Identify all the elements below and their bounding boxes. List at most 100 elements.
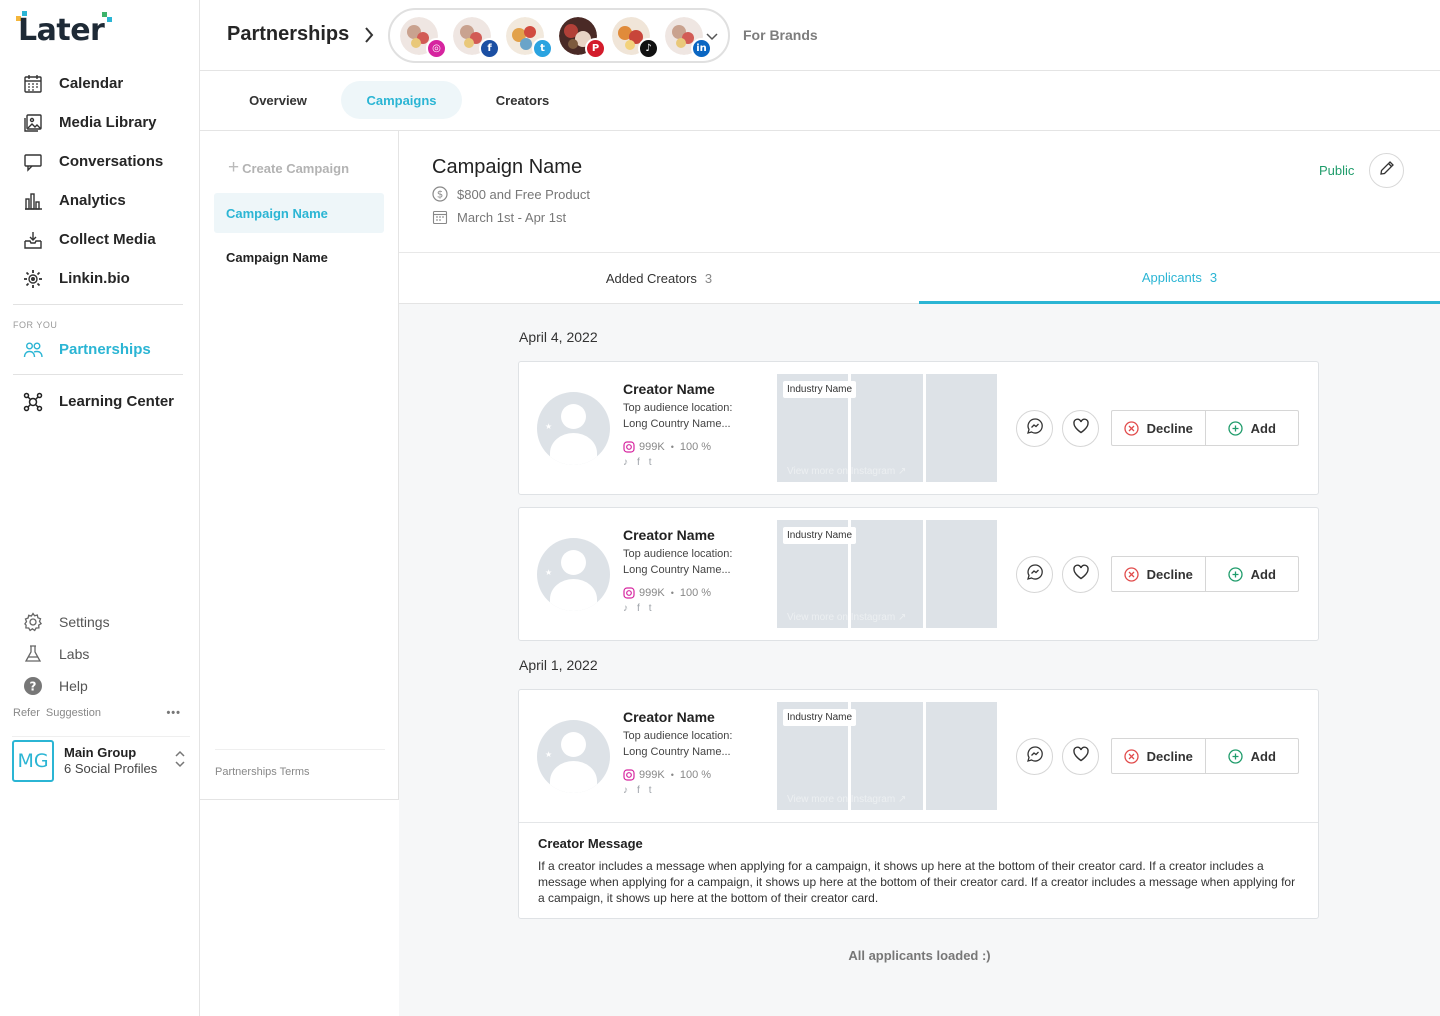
creator-avatar[interactable]: ★ (537, 538, 610, 611)
account-text: Main Group 6 Social Profiles (64, 745, 157, 777)
industry-tag: Industry Name (783, 527, 857, 544)
nav-learning-center[interactable]: Learning Center (0, 382, 200, 421)
separator-dot: • (670, 770, 674, 780)
refer-link[interactable]: Refer (13, 707, 40, 719)
add-button[interactable]: Add (1204, 739, 1299, 773)
chevron-up-down-icon (174, 749, 186, 774)
tiktok-icon[interactable]: ♪ (623, 457, 628, 468)
view-more-link[interactable]: View more on Instagram ↗ (787, 612, 906, 623)
view-more-link[interactable]: View more on Instagram ↗ (787, 466, 906, 477)
campaign-list-item[interactable]: Campaign Name (214, 193, 384, 233)
tab-campaigns[interactable]: Campaigns (341, 81, 462, 119)
favorite-button[interactable] (1062, 738, 1099, 775)
twitter-icon[interactable]: t (649, 603, 652, 614)
gallery-tile (925, 520, 997, 628)
decline-button[interactable]: Decline (1112, 557, 1205, 591)
calendar-icon (22, 73, 44, 95)
calendar-icon (432, 209, 448, 225)
help-icon: ? (22, 675, 44, 697)
nav-media-library[interactable]: Media Library (0, 103, 200, 142)
tab-added-creators[interactable]: Added Creators 3 (399, 253, 919, 304)
add-button[interactable]: Add (1204, 411, 1299, 445)
social-profiles-selector[interactable]: ◎ f t P ♪ in (388, 8, 730, 63)
twitter-icon[interactable]: t (649, 457, 652, 468)
creator-stats: 999K • 100 % (623, 769, 773, 781)
partnerships-terms-link[interactable]: Partnerships Terms (215, 749, 385, 778)
favorite-button[interactable] (1062, 410, 1099, 447)
facebook-icon[interactable]: f (637, 785, 640, 796)
match-percent: 100 % (679, 441, 712, 453)
twitter-icon[interactable]: t (649, 785, 652, 796)
favorite-button[interactable] (1062, 556, 1099, 593)
audience-location-label: Top audience location: (623, 730, 733, 742)
nav-label: Help (59, 678, 88, 694)
suggestion-link[interactable]: Suggestion (46, 707, 101, 719)
nav-analytics[interactable]: Analytics (0, 181, 200, 220)
nav-settings[interactable]: Settings (0, 606, 200, 638)
tab-creators[interactable]: Creators (475, 81, 570, 119)
facebook-icon[interactable]: f (637, 603, 640, 614)
instagram-gallery[interactable]: Industry Name View more on Instagram ↗ (777, 520, 997, 628)
creator-info: Creator Name Top audience location: Long… (623, 381, 773, 468)
creator-name[interactable]: Creator Name (623, 527, 773, 543)
image-icon (22, 112, 44, 134)
tab-applicants[interactable]: Applicants 3 (919, 253, 1440, 304)
decline-x-icon (1123, 420, 1139, 436)
match-percent: 100 % (679, 769, 712, 781)
view-more-link[interactable]: View more on Instagram ↗ (787, 794, 906, 805)
heart-icon (1072, 563, 1090, 586)
nav-learning-wrap: Learning Center (0, 382, 200, 421)
message-button[interactable] (1016, 556, 1053, 593)
separator-dot: • (670, 588, 674, 598)
account-switcher[interactable]: MG Main Group 6 Social Profiles (12, 736, 190, 782)
follower-count: 999K (639, 769, 665, 781)
tab-overview[interactable]: Overview (228, 81, 328, 119)
nav-calendar[interactable]: Calendar (0, 64, 200, 103)
message-button[interactable] (1016, 738, 1053, 775)
tab-count: 3 (704, 271, 713, 286)
campaign-list-item[interactable]: Campaign Name (214, 237, 384, 277)
nav-collect-media[interactable]: Collect Media (0, 220, 200, 259)
gallery-tile (925, 374, 997, 482)
creator-name[interactable]: Creator Name (623, 709, 773, 725)
profile-avatar-tiktok: ♪ (612, 16, 659, 59)
campaign-compensation: $ $800 and Free Product (432, 186, 590, 202)
tiktok-icon[interactable]: ♪ (623, 603, 628, 614)
audience-location-value: Long Country Name... (623, 418, 731, 430)
add-label: Add (1250, 566, 1276, 582)
edit-campaign-button[interactable] (1369, 153, 1404, 188)
chevron-right-icon[interactable] (363, 24, 375, 51)
nav-label: Media Library (59, 114, 157, 131)
add-button[interactable]: Add (1204, 557, 1299, 591)
nav-conversations[interactable]: Conversations (0, 142, 200, 181)
instagram-gallery[interactable]: Industry Name View more on Instagram ↗ (777, 374, 997, 482)
decline-label: Decline (1146, 748, 1193, 764)
create-campaign-button[interactable]: + Create Campaign (228, 157, 349, 179)
nav-label: Settings (59, 614, 110, 630)
visibility-status[interactable]: Public (1319, 163, 1354, 178)
later-logo[interactable]: Later (16, 11, 112, 48)
creator-avatar[interactable]: ★ (537, 392, 610, 465)
heart-icon (1072, 417, 1090, 440)
bottom-nav: Settings Labs ? Help (0, 606, 200, 702)
creator-name[interactable]: Creator Name (623, 381, 773, 397)
creator-card-row: ★ Creator Name Top audience location: Lo… (519, 508, 1318, 640)
nav-labs[interactable]: Labs (0, 638, 200, 670)
nav-help[interactable]: ? Help (0, 670, 200, 702)
profile-avatar-instagram: ◎ (400, 16, 447, 59)
creator-card-row: ★ Creator Name Top audience location: Lo… (519, 690, 1318, 822)
profile-avatar-facebook: f (453, 16, 500, 59)
nav-linkin-bio[interactable]: Linkin.bio (0, 259, 200, 298)
divider (13, 374, 183, 375)
decline-button[interactable]: Decline (1112, 411, 1205, 445)
more-icon[interactable]: ••• (166, 707, 181, 719)
nav-partnerships[interactable]: Partnerships (0, 330, 200, 369)
match-percent: 100 % (679, 587, 712, 599)
instagram-gallery[interactable]: Industry Name View more on Instagram ↗ (777, 702, 997, 810)
facebook-icon[interactable]: f (637, 457, 640, 468)
tiktok-icon[interactable]: ♪ (623, 785, 628, 796)
messenger-icon (1026, 745, 1044, 768)
creator-avatar[interactable]: ★ (537, 720, 610, 793)
message-button[interactable] (1016, 410, 1053, 447)
decline-button[interactable]: Decline (1112, 739, 1205, 773)
